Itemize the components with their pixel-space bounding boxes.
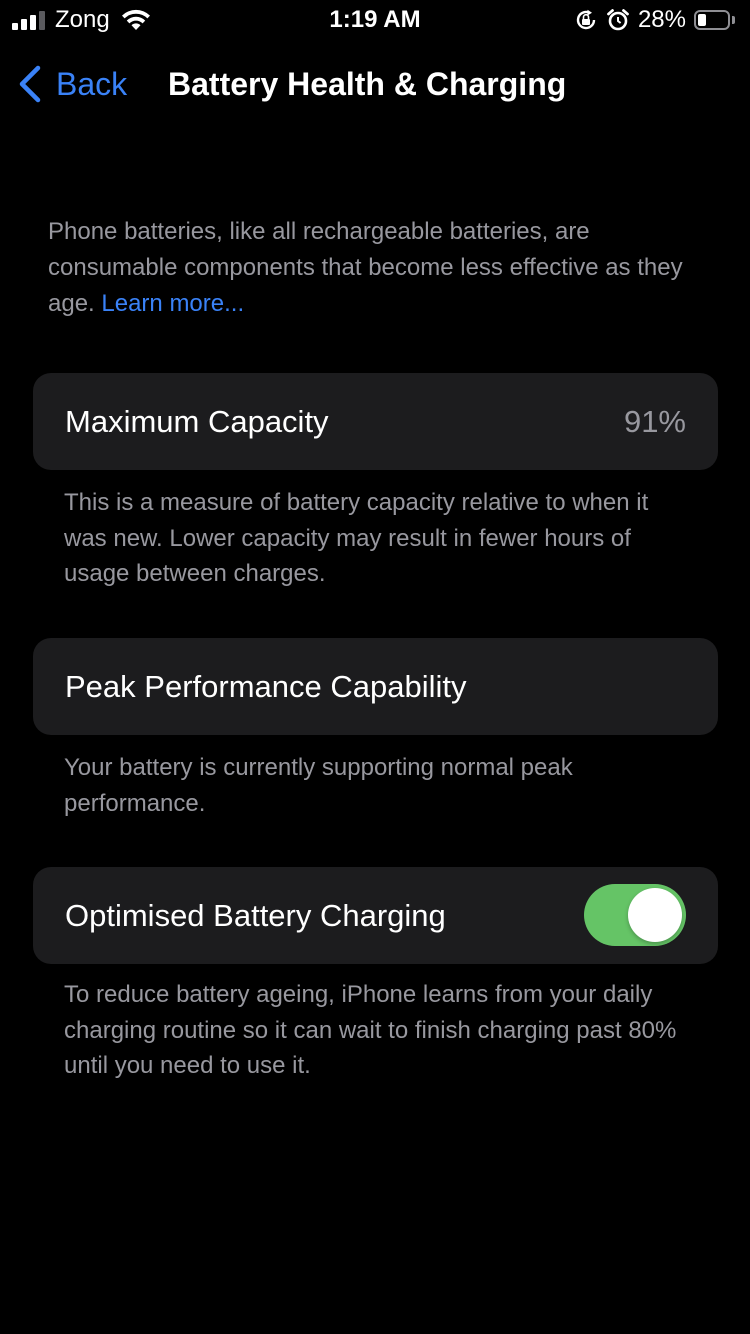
battery-icon <box>694 9 738 31</box>
peak-performance-label: Peak Performance Capability <box>65 669 467 704</box>
optimised-charging-label: Optimised Battery Charging <box>65 898 446 933</box>
status-right-group: 28% <box>574 6 738 34</box>
back-button[interactable]: Back <box>16 64 127 104</box>
maximum-capacity-cell: Maximum Capacity 91% <box>33 373 718 470</box>
back-label: Back <box>56 66 128 102</box>
optimised-charging-toggle[interactable] <box>584 884 686 946</box>
page-title: Battery Health & Charging <box>168 66 567 102</box>
intro-text: Phone batteries, like all rechargeable b… <box>48 214 708 322</box>
maximum-capacity-value: 91% <box>623 404 686 439</box>
battery-health-screen: Zong 1:19 AM 28% Back Battery Health & C… <box>0 0 750 1334</box>
optimised-charging-cell: Optimised Battery Charging <box>33 867 718 964</box>
battery-fill <box>698 14 706 26</box>
optimised-charging-footer: To reduce battery ageing, iPhone learns … <box>64 981 677 1079</box>
chevron-left-icon <box>19 65 41 103</box>
battery-percentage: 28% <box>637 6 686 33</box>
alarm-icon <box>607 9 629 31</box>
peak-performance-footer: Your battery is currently supporting nor… <box>64 754 573 817</box>
peak-performance-cell: Peak Performance Capability <box>33 638 718 735</box>
maximum-capacity-footer: This is a measure of battery capacity re… <box>64 489 649 587</box>
orientation-lock-icon <box>576 9 596 30</box>
navigation-bar: Back Battery Health & Charging <box>0 50 750 120</box>
learn-more-link[interactable]: Learn more... <box>101 290 244 317</box>
maximum-capacity-label: Maximum Capacity <box>65 404 329 439</box>
toggle-knob <box>628 888 682 942</box>
status-bar: Zong 1:19 AM 28% <box>0 0 750 40</box>
